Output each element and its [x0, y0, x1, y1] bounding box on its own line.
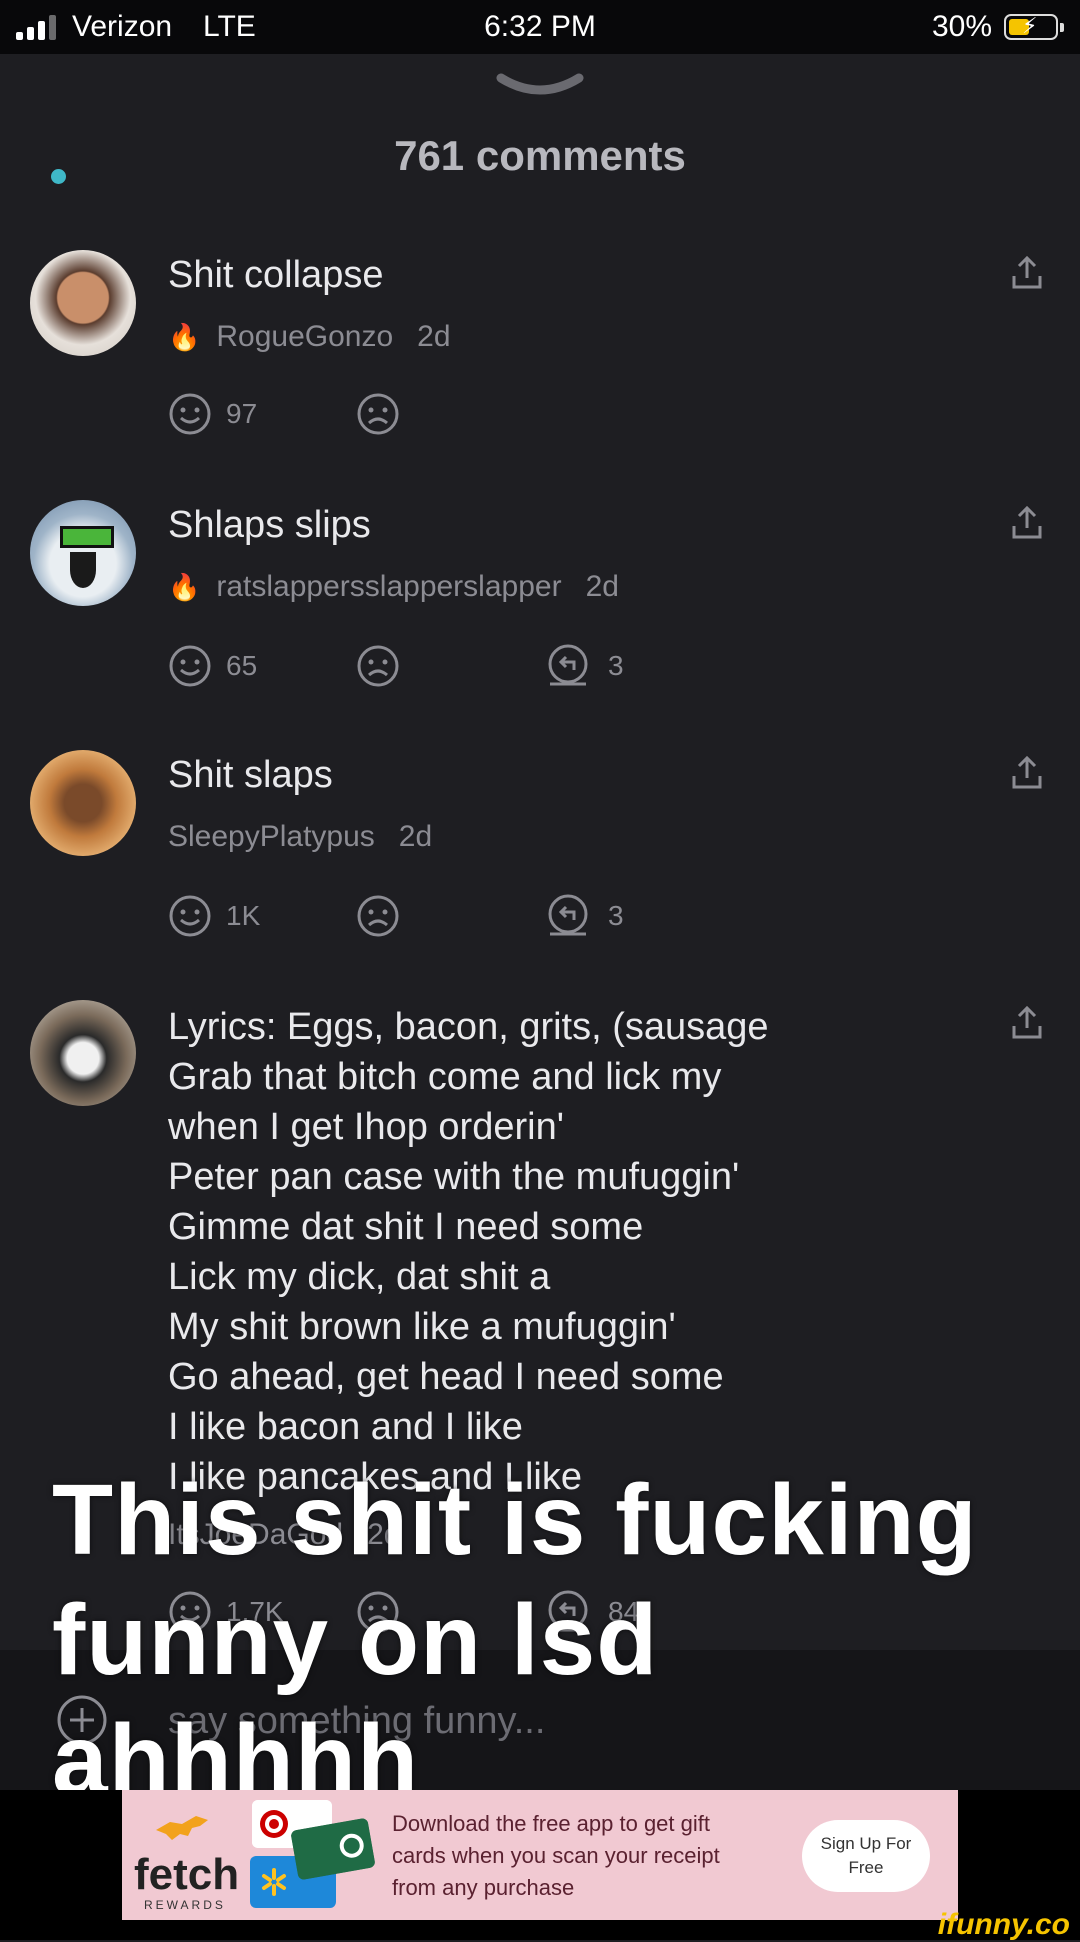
flame-icon: 🔥 [168, 571, 201, 602]
comments-count-title: 761 comments [394, 132, 686, 179]
ad-brand: fetch [134, 1850, 240, 1899]
lyric-line: Go ahead, get head I need some [168, 1356, 724, 1398]
comment-text: Shit slaps [168, 754, 333, 796]
status-bar: Verizon LTE 6:32 PM 30% ⚡ [0, 0, 1080, 54]
author-name[interactable]: ratslappersslapperslapper [216, 570, 561, 604]
dislike-button[interactable] [356, 392, 400, 436]
dislike-button[interactable] [356, 644, 400, 688]
lyric-line: I like bacon and I like [168, 1406, 523, 1448]
ad-signup-button[interactable]: Sign Up For Free [802, 1820, 930, 1892]
meme-caption: This shit is fucking funny on lsd ahhhhh [52, 1460, 978, 1820]
like-button[interactable]: 65 [168, 644, 257, 688]
smile-icon [169, 895, 211, 937]
comment-age: 2d [398, 820, 433, 853]
comment-text: Shlaps slips [168, 504, 371, 546]
author-name[interactable]: RogueGonzo [216, 320, 393, 354]
frown-icon [357, 393, 399, 435]
replies-button[interactable]: 3 [546, 894, 624, 938]
comment-age: 2d [585, 570, 619, 603]
smile-icon [169, 393, 211, 435]
comment-meta: SleepyPlatypus 2d [168, 820, 432, 854]
share-icon[interactable] [1010, 1004, 1044, 1042]
reply-icon [548, 644, 588, 686]
ad-text: Download the free app to get gift cards … [392, 1811, 720, 1900]
share-icon[interactable] [1010, 754, 1044, 792]
battery-percent: 30% [932, 10, 993, 43]
battery-icon: ⚡ [1004, 13, 1064, 40]
author-name[interactable]: SleepyPlatypus [168, 820, 375, 854]
frown-icon [357, 645, 399, 687]
smile-icon [169, 645, 211, 687]
lyric-line: Grab that bitch come and lick my [168, 1056, 722, 1098]
replies-button[interactable]: 3 [546, 644, 624, 688]
avatar[interactable] [30, 500, 136, 606]
lyric-line: Gimme dat shit I need some [168, 1206, 644, 1248]
reply-count: 3 [608, 650, 624, 681]
comment-age: 2d [417, 320, 451, 353]
share-icon[interactable] [1010, 504, 1044, 542]
caption-line: This shit is fucking [52, 1464, 978, 1576]
reply-count: 3 [608, 900, 624, 931]
clock: 6:32 PM [484, 10, 596, 43]
collapse-chevron-icon[interactable] [495, 70, 585, 110]
lyric-line: My shit brown like a mufuggin' [168, 1306, 676, 1348]
lyric-line: Lick my dick, dat shit a [168, 1256, 551, 1298]
dog-logo-icon [156, 1816, 208, 1840]
comment-text: Shit collapse [168, 254, 384, 296]
comment-text: Lyrics: Eggs, bacon, grits, (sausage Gra… [168, 1002, 769, 1502]
like-count: 65 [226, 650, 258, 681]
lyric-line: Peter pan case with the mufuggin' [168, 1156, 740, 1198]
ad-banner[interactable]: fetch REWARDS Download the free app to g… [122, 1790, 958, 1920]
like-count: 1K [226, 900, 261, 931]
dislike-button[interactable] [356, 894, 400, 938]
caption-line: funny on lsd [52, 1584, 659, 1696]
reply-icon [548, 894, 588, 936]
avatar[interactable] [30, 250, 136, 356]
lyric-line: when I get Ihop orderin' [168, 1106, 564, 1148]
like-count: 97 [226, 398, 258, 429]
lyric-line: Lyrics: Eggs, bacon, grits, (sausage [168, 1006, 769, 1048]
flame-icon: 🔥 [168, 321, 201, 352]
share-icon[interactable] [1010, 254, 1044, 292]
ad-brand-sub: REWARDS [144, 1898, 226, 1912]
comment-meta: 🔥 RogueGonzo 2d [168, 320, 451, 354]
footer-bar [0, 1920, 1080, 1940]
comment-meta: 🔥 ratslappersslapperslapper 2d [168, 570, 619, 604]
avatar[interactable] [30, 750, 136, 856]
frown-icon [357, 895, 399, 937]
watermark: ifunny.co [937, 1908, 1070, 1941]
like-button[interactable]: 97 [168, 392, 257, 436]
avatar[interactable] [30, 1000, 136, 1106]
like-button[interactable]: 1K [168, 894, 260, 938]
